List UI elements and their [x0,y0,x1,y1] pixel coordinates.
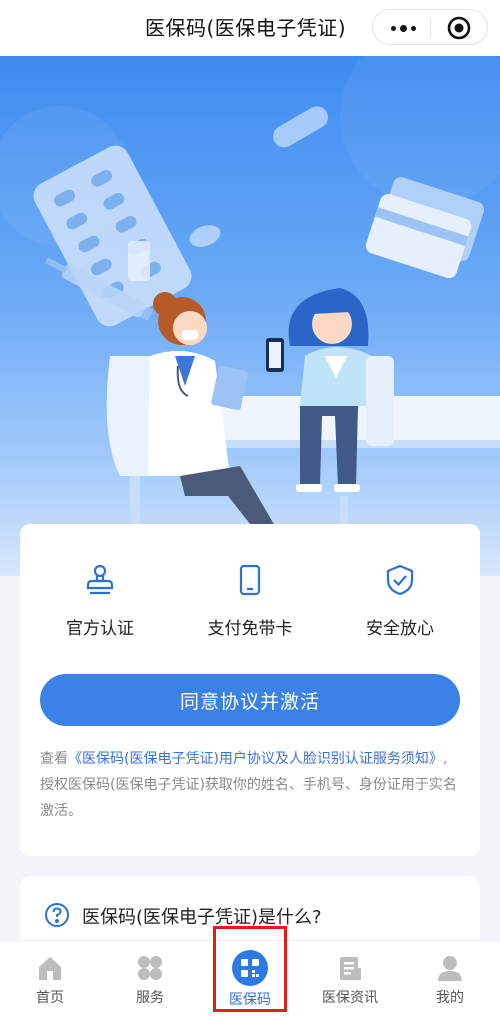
feature-label: 安全放心 [366,619,434,639]
tab-label: 服务 [136,990,164,1006]
feature-label: 支付免带卡 [207,619,293,639]
tab-services[interactable]: 服务 [100,941,200,1016]
shield-check-icon [380,560,420,600]
notice-prefix: 查看 [40,751,68,767]
mini-program-capsule [372,9,488,45]
grid-icon [135,953,165,983]
tab-label: 我的 [436,990,464,1006]
capsule-divider [430,19,431,37]
tab-mine[interactable]: 我的 [400,941,500,1016]
highlight-box [213,926,287,1012]
person-icon [435,953,465,983]
agreement-notice: 查看《医保码(医保电子凭证)用户协议及人脸识别认证服务须知》,授权医保码(医保电… [40,746,460,824]
feature-official: 官方认证 [30,560,170,639]
feature-safe: 安全放心 [330,560,470,639]
phone-icon [230,560,270,600]
agree-activate-button[interactable]: 同意协议并激活 [40,674,460,726]
news-icon [335,953,365,983]
top-bar: 医保码(医保电子凭证) [0,0,500,56]
page-title: 医保码(医保电子凭证) [145,16,347,40]
tab-label: 医保资讯 [322,990,378,1006]
feature-label: 官方认证 [66,619,134,639]
question-circle-icon [44,902,70,928]
hero-illustration [0,56,500,576]
home-icon [35,953,65,983]
activation-card: 官方认证 支付免带卡 安全放心 同意协议并激活 查看《医保码(医保电子凭证)用户… [20,524,480,856]
more-dots-icon[interactable] [383,10,423,46]
stamp-icon [80,560,120,600]
tab-label: 首页 [36,990,64,1006]
tab-home[interactable]: 首页 [0,941,100,1016]
tab-news[interactable]: 医保资讯 [300,941,400,1016]
feature-no-card: 支付免带卡 [180,560,320,639]
agreement-link[interactable]: 《医保码(医保电子凭证)用户协议及人脸识别认证服务须知》 [68,751,443,767]
target-circle-icon[interactable] [439,10,479,46]
